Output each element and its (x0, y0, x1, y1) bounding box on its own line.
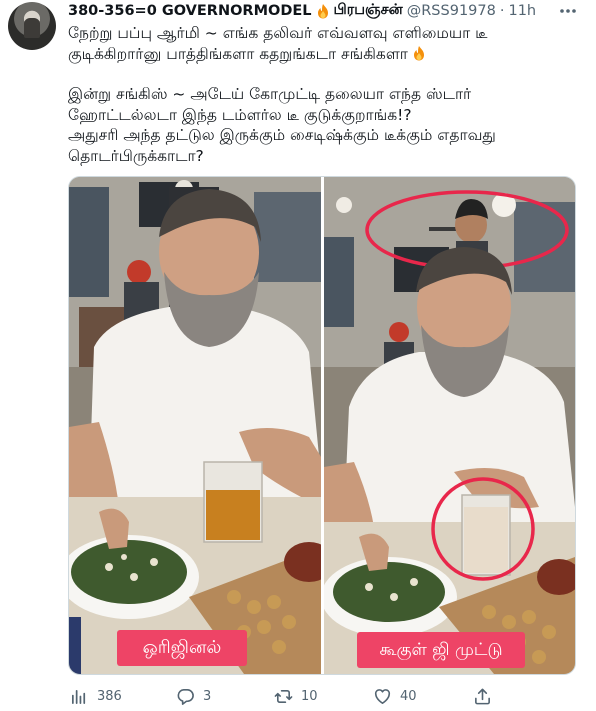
retweet-icon (274, 689, 293, 703)
photo-original[interactable]: ஒரிஜினல் (69, 177, 321, 674)
tweet-text: நேற்று பப்பு ஆர்மி ~ எங்க தலிவர் எவ்வளவு… (68, 23, 578, 166)
retweet-button[interactable]: 10 (274, 684, 318, 708)
more-options-icon[interactable] (557, 2, 579, 20)
profile-avatar[interactable] (8, 2, 56, 50)
tweet-text-line: அதுசரி அந்த தட்டுல இருக்கும் சைடிஷ்க்கும… (68, 126, 496, 144)
retweet-count: 10 (301, 688, 318, 704)
heart-icon (374, 688, 391, 704)
analytics-icon (71, 689, 86, 704)
reply-icon (177, 688, 194, 705)
like-button[interactable]: 40 (373, 684, 417, 708)
fire-emoji-icon (412, 45, 426, 61)
user-handle[interactable]: @RSS91978 (407, 3, 496, 19)
share-icon (475, 688, 490, 704)
separator-dot: · (499, 3, 505, 19)
caption-original: ஒரிஜினல் (117, 630, 247, 666)
tweet-text-line: இன்று சங்கிஸ் ~ அடேய் கோமுட்டி தலையா எந்… (68, 85, 472, 103)
reply-button[interactable]: 3 (176, 684, 211, 708)
tweet-text-line: குடிக்கிறார்னு பாத்திங்களா கதறுங்கடா சங்… (68, 44, 578, 65)
like-count: 40 (400, 688, 417, 704)
tweet-text-line: ஹோட்டல்லடா இந்த டம்ளர்ல டீ குடுக்குறாங்க… (68, 105, 412, 124)
reply-count: 3 (203, 688, 212, 704)
views-button[interactable]: 386 (70, 684, 122, 708)
tweet-actions: 386 3 10 40 (68, 684, 578, 708)
tweet-text-line: நேற்று பப்பு ஆர்மி ~ எங்க தலிவர் எவ்வளவு… (68, 24, 488, 42)
tweet-text-line: தொடர்பிருக்காடா? (68, 146, 204, 165)
caption-edited: கூகுள் ஜி முட்டு (357, 632, 525, 668)
tweet-media[interactable]: ஒரிஜினல் கூகுள் ஜி முட்டு (68, 176, 576, 675)
fire-emoji-icon (316, 3, 330, 19)
views-count: 386 (97, 688, 122, 704)
share-button[interactable] (473, 684, 492, 708)
display-name-suffix[interactable]: பிரபஞ்சன் (334, 2, 403, 20)
photo-edited[interactable]: கூகுள் ஜி முட்டு (324, 177, 575, 674)
tweet-header: 380-356=0 GOVERNORMODEL பிரபஞ்சன் @RSS91… (68, 1, 536, 21)
display-name[interactable]: 380-356=0 GOVERNORMODEL (68, 3, 312, 19)
tweet-timestamp[interactable]: 11h (508, 3, 536, 19)
